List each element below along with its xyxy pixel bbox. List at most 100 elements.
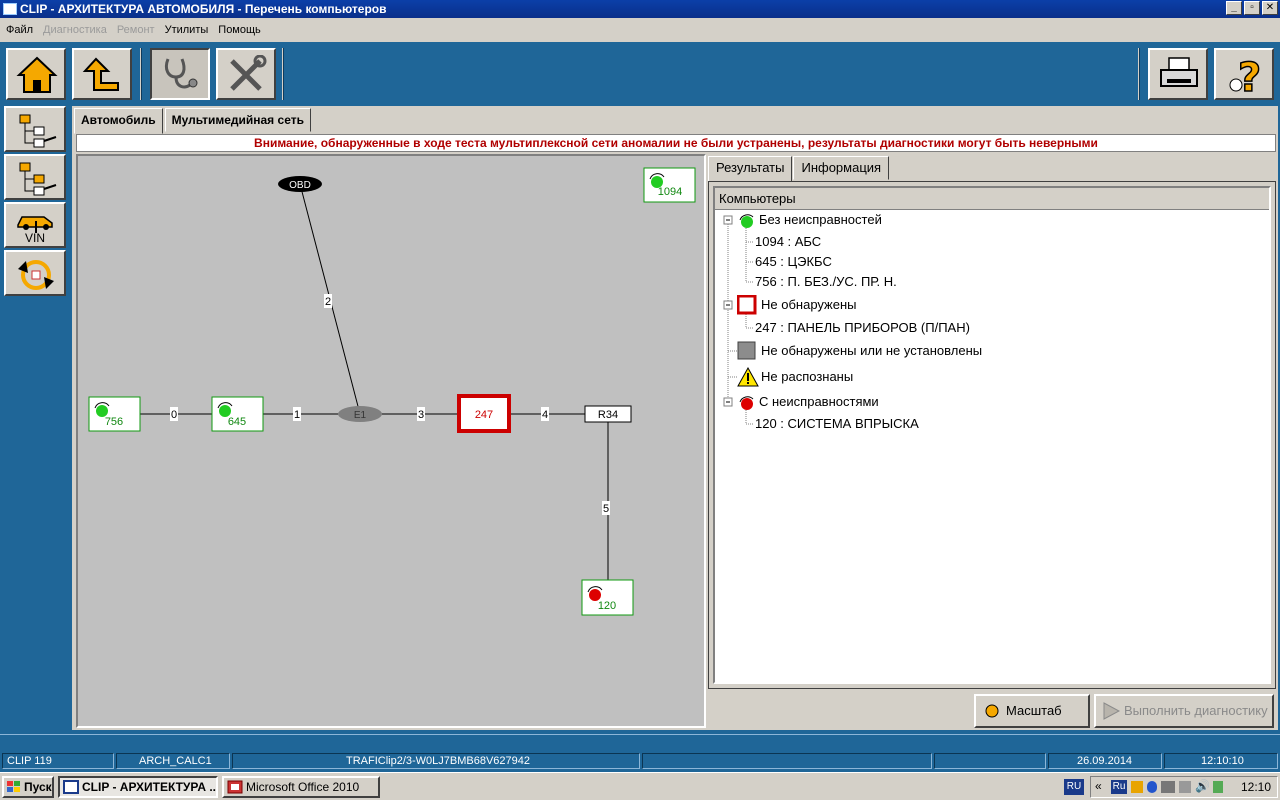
office-icon bbox=[227, 780, 243, 794]
start-button[interactable]: Пуск bbox=[2, 776, 54, 798]
menu-bar: Файл Диагностика Ремонт Утилиты Помощь bbox=[0, 18, 1280, 42]
svg-text:0: 0 bbox=[171, 409, 177, 421]
menu-diagnostics[interactable]: Диагностика bbox=[43, 24, 107, 36]
tray-expand-icon[interactable]: « bbox=[1095, 779, 1102, 793]
refresh-button[interactable] bbox=[4, 250, 66, 296]
green-status-icon bbox=[739, 214, 754, 228]
svg-text:247: 247 bbox=[475, 409, 493, 421]
help-icon: ? bbox=[1229, 55, 1262, 95]
tray-app-icon[interactable] bbox=[1131, 781, 1143, 793]
svg-text:1: 1 bbox=[294, 409, 300, 421]
app-icon bbox=[3, 3, 17, 15]
toolbar: ? bbox=[0, 42, 1280, 104]
window-icon bbox=[63, 780, 79, 794]
svg-text:120: 120 bbox=[598, 600, 616, 612]
zoom-button[interactable]: Масштаб bbox=[974, 694, 1090, 728]
bluetooth-icon[interactable] bbox=[1147, 781, 1157, 793]
node-247[interactable]: 247 bbox=[457, 394, 511, 433]
home-icon bbox=[16, 56, 58, 93]
tab-information[interactable]: Информация bbox=[793, 156, 890, 180]
menu-utilities[interactable]: Утилиты bbox=[165, 24, 209, 36]
tab-results[interactable]: Результаты bbox=[708, 156, 793, 182]
print-button[interactable] bbox=[1148, 48, 1208, 100]
svg-text:645: 645 bbox=[228, 416, 246, 428]
node-obd[interactable]: OBD bbox=[278, 176, 322, 192]
vin-button[interactable]: VIN bbox=[4, 202, 66, 248]
node-r34[interactable]: R34 bbox=[584, 405, 632, 423]
close-button[interactable]: ✕ bbox=[1262, 1, 1278, 15]
warning-icon bbox=[737, 367, 759, 387]
run-diagnostics-button[interactable]: Выполнить диагностику bbox=[1094, 694, 1274, 728]
taskbar-office[interactable]: Microsoft Office 2010 bbox=[222, 776, 380, 798]
menu-file[interactable]: Файл bbox=[6, 24, 33, 36]
link-label-1: 1 bbox=[293, 407, 301, 421]
toolbar-separator bbox=[140, 48, 142, 100]
stethoscope-icon bbox=[164, 58, 198, 89]
gray-square-icon bbox=[737, 341, 756, 360]
windows-logo-icon bbox=[7, 781, 20, 792]
tab-multimedia-network[interactable]: Мультимедийная сеть bbox=[164, 108, 311, 132]
status-module: ARCH_CALC1 bbox=[116, 753, 230, 769]
power-icon[interactable] bbox=[1213, 781, 1223, 793]
link-label-5: 5 bbox=[602, 501, 610, 515]
menu-repair[interactable]: Ремонт bbox=[117, 24, 155, 36]
tab-vehicle[interactable]: Автомобиль bbox=[74, 108, 163, 134]
svg-text:3: 3 bbox=[418, 409, 424, 421]
status-date: 26.09.2014 bbox=[1048, 753, 1162, 769]
group-label: С неисправностями bbox=[759, 394, 879, 409]
svg-text:1094: 1094 bbox=[658, 186, 682, 198]
svg-text:756: 756 bbox=[105, 416, 123, 428]
status-empty bbox=[642, 753, 932, 769]
title-bar: CLIP - АРХИТЕКТУРА АВТОМОБИЛЯ - Перечень… bbox=[0, 0, 1280, 18]
up-arrow-icon bbox=[82, 57, 119, 91]
restore-button[interactable]: ▫ bbox=[1244, 1, 1260, 15]
node-1094[interactable]: 1094 bbox=[643, 167, 696, 203]
link-label-4: 4 bbox=[541, 407, 549, 421]
diagnostics-button[interactable] bbox=[150, 48, 210, 100]
vin-label: VIN bbox=[24, 231, 45, 245]
network-diagram: 0 1 2 3 4 5 OBD E1 R34 247 756 645 1094 … bbox=[76, 154, 706, 728]
group-label: Без неисправностей bbox=[759, 212, 882, 227]
toolbar-separator bbox=[1138, 48, 1140, 100]
status-version: CLIP 119 bbox=[2, 753, 114, 769]
device-icon[interactable] bbox=[1179, 781, 1191, 793]
minimize-button[interactable]: _ bbox=[1226, 1, 1242, 15]
results-frame: Компьютеры Без неисправностей 1094: АБС… bbox=[708, 181, 1276, 689]
svg-text:5: 5 bbox=[603, 503, 609, 515]
progress-strip bbox=[0, 734, 1280, 748]
group-label: Не обнаружены или не установлены bbox=[761, 343, 983, 358]
status-time: 12:10:10 bbox=[1164, 753, 1278, 769]
printer-icon bbox=[1160, 57, 1198, 87]
tree-select-button[interactable] bbox=[4, 106, 66, 152]
computers-tree: Компьютеры Без неисправностей 1094: АБС… bbox=[713, 186, 1271, 684]
tree-compare-button[interactable] bbox=[4, 154, 66, 200]
link-label-2: 2 bbox=[324, 294, 332, 308]
taskbar: Пуск CLIP - АРХИТЕКТУРА ... Microsoft Of… bbox=[0, 772, 1280, 800]
node-645[interactable]: 645 bbox=[211, 396, 264, 432]
help-button[interactable]: ? bbox=[1214, 48, 1274, 100]
window-title: CLIP - АРХИТЕКТУРА АВТОМОБИЛЯ - Перечень… bbox=[20, 2, 387, 16]
status-vehicle: TRAFIClip2/3-W0LJ7BMB68V627942 bbox=[232, 753, 640, 769]
taskbar-clip[interactable]: CLIP - АРХИТЕКТУРА ... bbox=[58, 776, 218, 798]
node-120[interactable]: 120 bbox=[581, 579, 634, 616]
tray-lang-icon[interactable]: Ru bbox=[1111, 780, 1127, 794]
home-button[interactable] bbox=[6, 48, 66, 100]
language-indicator[interactable]: RU bbox=[1064, 779, 1084, 795]
node-756[interactable]: 756 bbox=[88, 396, 141, 432]
expand-toggle[interactable] bbox=[723, 397, 733, 407]
up-button[interactable] bbox=[72, 48, 132, 100]
expand-toggle[interactable] bbox=[723, 300, 733, 310]
svg-text:?: ? bbox=[1238, 55, 1261, 95]
menu-help[interactable]: Помощь bbox=[218, 24, 261, 36]
node-e1[interactable]: E1 bbox=[338, 406, 382, 422]
vin-car-icon bbox=[17, 216, 53, 233]
group-label: Не обнаружены bbox=[761, 297, 857, 312]
expand-toggle[interactable] bbox=[723, 215, 733, 225]
link-label-3: 3 bbox=[417, 407, 425, 421]
red-status-icon bbox=[739, 396, 754, 410]
zoom-circle-icon bbox=[985, 704, 999, 718]
network-icon[interactable] bbox=[1161, 781, 1175, 793]
svg-text:E1: E1 bbox=[354, 410, 367, 421]
repair-button[interactable] bbox=[216, 48, 276, 100]
volume-icon[interactable]: 🔊 bbox=[1195, 779, 1210, 793]
